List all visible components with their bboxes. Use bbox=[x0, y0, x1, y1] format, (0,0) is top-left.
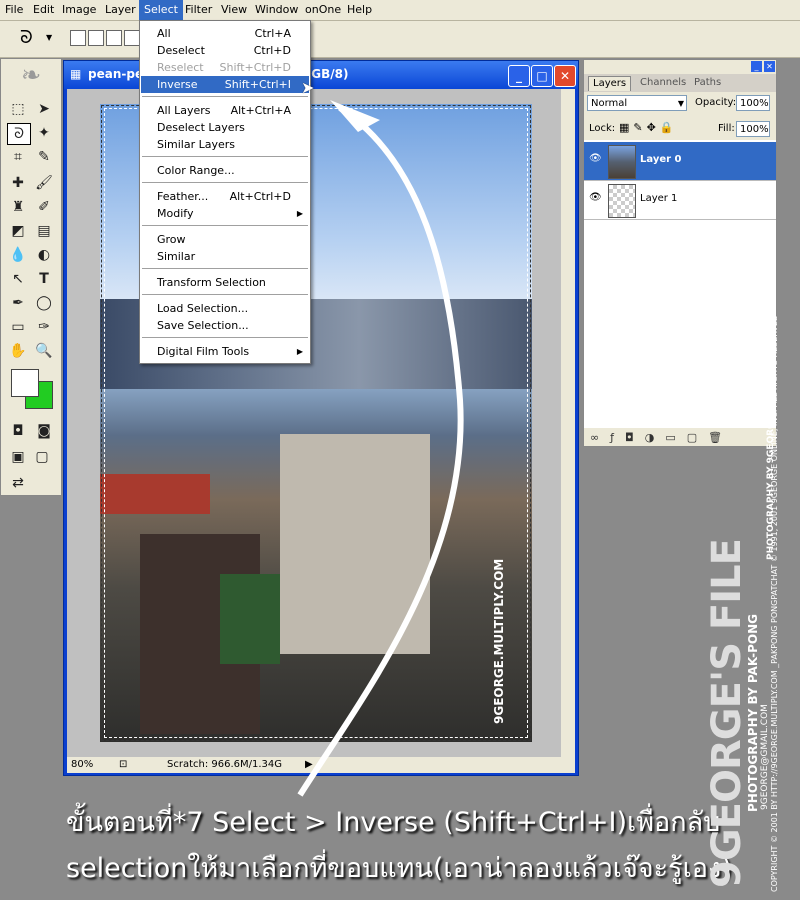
tutorial-arrow bbox=[297, 100, 464, 797]
logo-9george-file: 9GEORGE'S FILE bbox=[704, 539, 750, 888]
credit-copyright: COPYRIGHT © 2001 BY HTTP://9GEORGE.MULTI… bbox=[770, 314, 779, 892]
credit-email: 9GEORGE@GMAIL.COM bbox=[760, 704, 770, 810]
credit-photography-2: PHOTOGRAPHY BY 9GEORGE bbox=[766, 415, 776, 560]
caption-line2: selectionให้มาเลือกที่ขอบแทน(เอาน่าลองแล… bbox=[66, 853, 732, 884]
caption-line1: ขั้นตอนที่*7 Select > Inverse (Shift+Ctr… bbox=[66, 807, 721, 838]
foreground-color-swatch[interactable] bbox=[11, 369, 39, 397]
